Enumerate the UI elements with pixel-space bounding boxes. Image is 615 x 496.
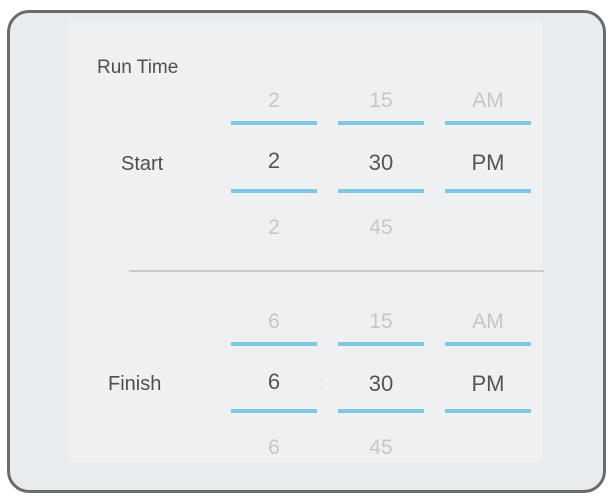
finish-minute-value[interactable]: 30 [338,373,424,395]
finish-minute-next[interactable]: 45 [338,437,424,458]
finish-minute-bottom-line [338,409,424,413]
finish-time-separator: : [324,373,330,393]
finish-hour-next[interactable]: 6 [231,437,317,458]
start-period-top-line [445,121,531,125]
start-hour-next[interactable]: 2 [231,217,317,238]
start-hour-top-line [231,121,317,125]
start-minute-top-line [338,121,424,125]
finish-label: Finish [108,373,162,395]
start-minute-prev[interactable]: 15 [338,90,424,111]
finish-hour-prev[interactable]: 6 [231,311,317,332]
finish-hour-top-line [231,342,317,346]
finish-period-bottom-line [445,409,531,413]
start-minute-next[interactable]: 45 [338,217,424,238]
start-time-separator: : [324,152,330,172]
start-hour-bottom-line [231,189,317,193]
start-minute-value[interactable]: 30 [338,152,424,174]
finish-hour-bottom-line [231,409,317,413]
section-divider [129,270,544,272]
finish-period-value[interactable]: PM [445,373,531,395]
start-label: Start [121,153,164,175]
finish-minute-top-line [338,342,424,346]
run-time-content [68,22,542,462]
section-title: Run Time [97,57,179,78]
finish-minute-prev[interactable]: 15 [338,311,424,332]
finish-period-prev[interactable]: AM [445,311,531,332]
start-period-prev[interactable]: AM [445,90,531,111]
start-period-value[interactable]: PM [445,152,531,174]
start-hour-prev[interactable]: 2 [231,90,317,111]
finish-period-top-line [445,342,531,346]
finish-hour-value[interactable]: 6 [231,371,317,393]
start-hour-value[interactable]: 2 [231,150,317,172]
start-period-bottom-line [445,189,531,193]
start-minute-bottom-line [338,189,424,193]
